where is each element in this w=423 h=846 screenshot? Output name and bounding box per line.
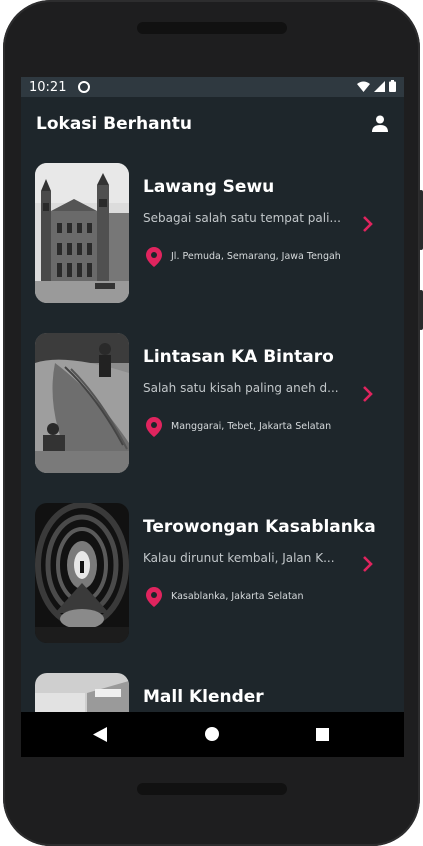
- back-icon[interactable]: [93, 727, 107, 742]
- volume-button: [419, 190, 423, 250]
- page-title: Lokasi Berhantu: [36, 114, 192, 134]
- location-title: Mall Klender: [143, 687, 264, 707]
- location-pin-icon: [146, 587, 162, 607]
- location-pin-icon: [146, 247, 162, 267]
- location-pin-icon: [146, 417, 162, 437]
- location-title: Lawang Sewu: [143, 177, 275, 197]
- location-image: [35, 163, 129, 303]
- location-title: Lintasan KA Bintaro: [143, 347, 334, 367]
- location-description: Kalau dirunut kembali, Jalan K...: [143, 551, 335, 565]
- chevron-right-icon[interactable]: [361, 555, 375, 573]
- location-card[interactable]: Lawang Sewu Sebagai salah satu tempat pa…: [21, 153, 404, 323]
- location-card[interactable]: Terowongan Kasablanka Kalau dirunut kemb…: [21, 493, 404, 663]
- signal-icon: [374, 80, 385, 92]
- location-address: Jl. Pemuda, Semarang, Jawa Tengah: [171, 251, 341, 262]
- status-time: 10:21: [29, 79, 67, 95]
- location-image: [35, 503, 129, 643]
- location-address: Manggarai, Tebet, Jakarta Selatan: [171, 421, 332, 432]
- app-screen: 10:21 Lokasi Berhantu Lawang Sewu Sebaga…: [21, 77, 404, 757]
- system-nav-bar: [21, 712, 404, 757]
- location-title: Terowongan Kasablanka: [143, 517, 376, 537]
- bottom-speaker: [137, 783, 287, 795]
- location-description: Sebagai salah satu tempat pali...: [143, 211, 341, 225]
- wifi-icon: [357, 81, 370, 92]
- top-speaker: [137, 22, 287, 34]
- location-description: Salah satu kisah paling aneh d...: [143, 381, 339, 395]
- battery-icon: [389, 80, 396, 92]
- location-image: [35, 333, 129, 473]
- recent-apps-icon[interactable]: [316, 728, 329, 741]
- status-bar: 10:21: [21, 77, 404, 97]
- power-button: [419, 290, 423, 330]
- chevron-right-icon[interactable]: [361, 215, 375, 233]
- sync-icon: [78, 81, 91, 93]
- person-icon[interactable]: [370, 114, 390, 134]
- home-icon[interactable]: [205, 727, 219, 741]
- status-icons: [357, 80, 396, 92]
- location-address: Kasablanka, Jakarta Selatan: [171, 591, 304, 602]
- app-bar: Lokasi Berhantu: [21, 97, 404, 153]
- chevron-right-icon[interactable]: [361, 385, 375, 403]
- location-card[interactable]: Lintasan KA Bintaro Salah satu kisah pal…: [21, 323, 404, 493]
